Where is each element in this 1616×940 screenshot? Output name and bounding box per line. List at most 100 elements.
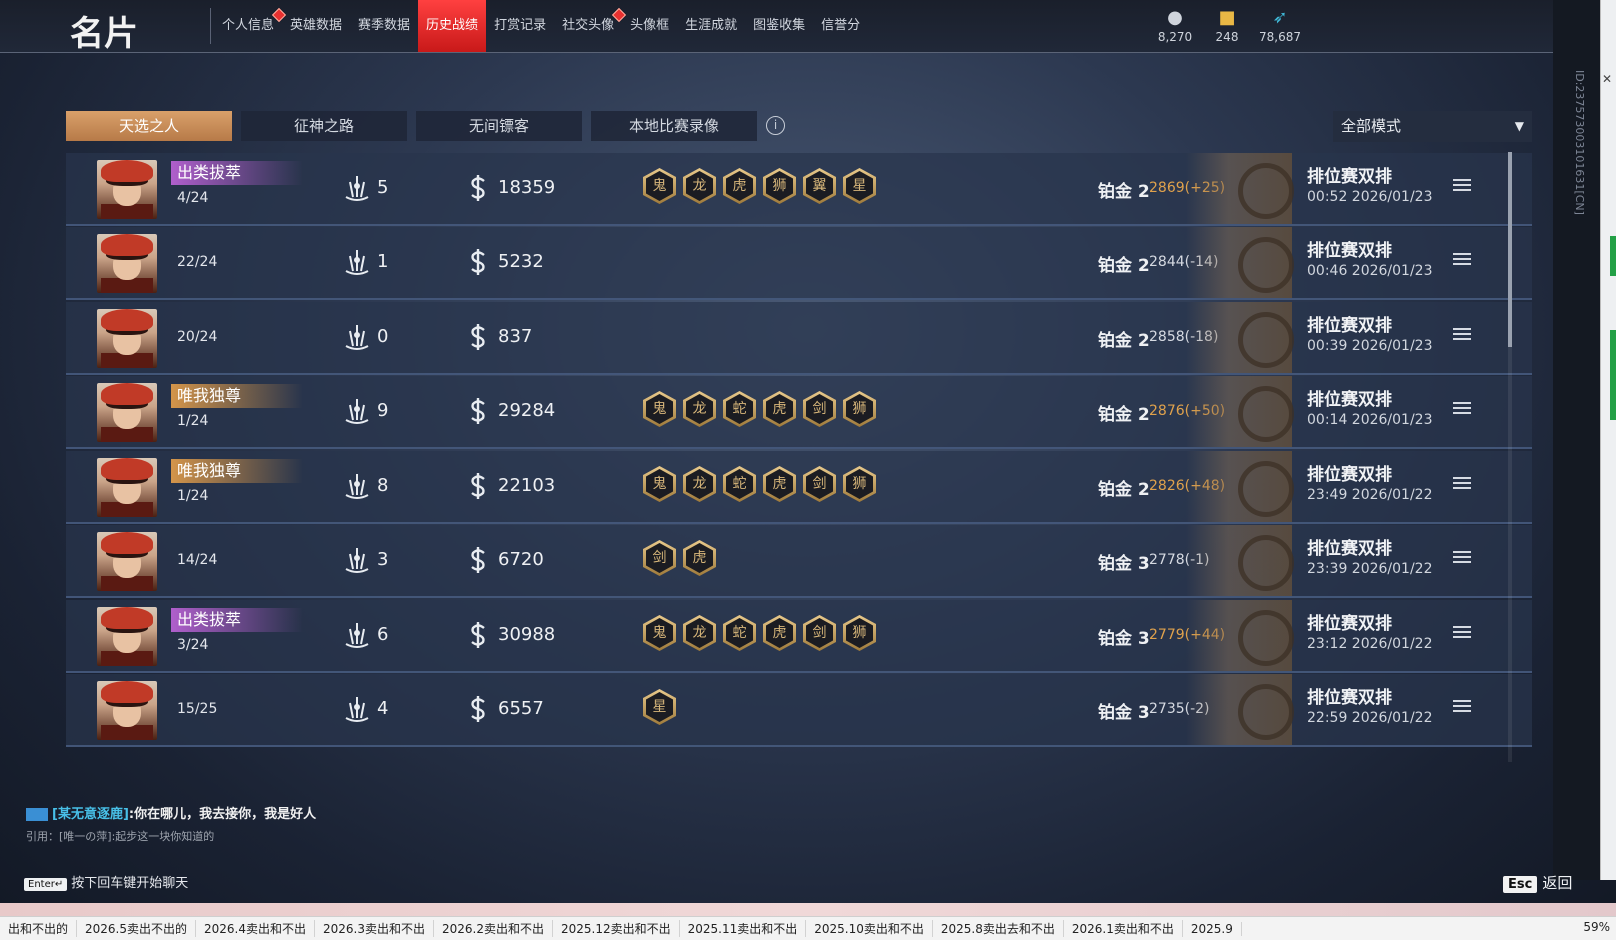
rank-tier: 铂金 2 — [1098, 331, 1150, 351]
achievement-badge-icon[interactable]: 龙 — [683, 391, 716, 427]
sheet-tab[interactable]: 2025.10卖出和不出 — [806, 920, 933, 937]
achievement-badge-icon[interactable]: 虎 — [763, 391, 796, 427]
sheet-tab[interactable]: 2025.12卖出和不出 — [553, 920, 680, 937]
achievement-badge-icon[interactable]: 龙 — [683, 466, 716, 502]
placement: 20/24 — [177, 329, 218, 345]
match-mode: 排位赛双排 — [1307, 614, 1392, 634]
achievement-badge-icon[interactable]: 剑 — [803, 615, 836, 651]
nav-tab[interactable]: 赛季数据 — [350, 0, 418, 52]
details-menu-icon[interactable] — [1453, 477, 1471, 491]
details-menu-icon[interactable] — [1453, 700, 1471, 714]
ornament-decoration — [1186, 302, 1294, 373]
sheet-tab[interactable]: 2025.8卖出去和不出 — [933, 920, 1064, 937]
details-menu-icon[interactable] — [1453, 551, 1471, 565]
esc-key: Esc — [1503, 876, 1538, 893]
achievement-badge-icon[interactable]: 蛇 — [723, 615, 756, 651]
achievement-badge-icon[interactable]: 蛇 — [723, 391, 756, 427]
tab-tianxuan[interactable]: 天选之人 — [66, 111, 232, 141]
nav-tab[interactable]: 生涯成就 — [677, 0, 745, 52]
kill-icon — [345, 176, 369, 201]
match-row[interactable]: 唯我独尊1/24822103鬼龙蛇虎剑狮铂金 22826(+48)排位赛双排23… — [66, 451, 1532, 524]
chat-sender[interactable]: [某无意逐鹿] — [52, 807, 129, 822]
badge-list: 鬼龙蛇虎剑狮 — [643, 615, 876, 651]
nav-tab-label: 历史战绩 — [426, 18, 479, 33]
achievement-badge-icon[interactable]: 鬼 — [643, 168, 676, 204]
achievement-badge-icon[interactable]: 虎 — [763, 615, 796, 651]
scrollbar-thumb[interactable] — [1508, 152, 1512, 347]
match-time: 00:14 2026/01/23 — [1307, 412, 1433, 428]
match-row[interactable]: 出类拔萃4/24518359鬼龙虎狮翼星铂金 22869(+25)排位赛双排00… — [66, 153, 1532, 226]
achievement-badge-icon[interactable]: 龙 — [683, 615, 716, 651]
achievement-badge-icon[interactable]: 星 — [843, 168, 876, 204]
achievement-badge-icon[interactable]: 虎 — [683, 540, 716, 576]
nav-tab-label: 英雄数据 — [290, 18, 343, 33]
achievement-badge-icon[interactable]: 剑 — [643, 540, 676, 576]
back-button[interactable]: Esc 返回 — [1503, 872, 1572, 893]
details-menu-icon[interactable] — [1453, 179, 1471, 193]
sheet-tab[interactable]: 出和不出的 — [0, 920, 78, 937]
nav-tab-label: 生涯成就 — [685, 18, 738, 33]
match-row[interactable]: 14/24 3 6720 剑虎铂金 3 2778(-1) 排位赛双排 23:39 2026/… — [66, 525, 1532, 598]
achievement-badge-icon[interactable]: 鬼 — [643, 466, 676, 502]
achievement-badge-icon[interactable]: 虎 — [723, 168, 756, 204]
achievement-badge-icon[interactable]: 蛇 — [723, 466, 756, 502]
close-icon[interactable]: ✕ — [1602, 72, 1612, 86]
nav-tab[interactable]: 英雄数据 — [282, 0, 350, 52]
sheet-tab[interactable]: 2026.4卖出和不出 — [196, 920, 316, 937]
placement: 15/25 — [177, 701, 218, 717]
sheet-tab[interactable]: 2026.1卖出和不出 — [1064, 920, 1183, 937]
info-icon[interactable]: i — [766, 116, 785, 135]
details-menu-icon[interactable] — [1453, 328, 1471, 342]
sheet-tab[interactable]: 2026.5卖出不出的 — [77, 920, 197, 937]
nav-tab[interactable]: 打赏记录 — [486, 0, 554, 52]
sheet-tab[interactable]: 2026.2卖出和不出 — [434, 920, 554, 937]
achievement-badge-icon[interactable]: 剑 — [803, 466, 836, 502]
nav-tab[interactable]: 社交头像 — [554, 0, 627, 52]
tab-local-replay[interactable]: 本地比赛录像 — [591, 111, 757, 141]
hero-avatar — [97, 681, 157, 740]
match-mode: 排位赛双排 — [1307, 390, 1392, 410]
nav-tab[interactable]: 信誉分 — [813, 0, 868, 52]
achievement-badge-icon[interactable]: 狮 — [763, 168, 796, 204]
tab-wujian[interactable]: 无间镖客 — [416, 111, 582, 141]
nav-tab[interactable]: 头像框 — [622, 0, 677, 52]
ornament-decoration — [1186, 674, 1294, 745]
gold-icon — [471, 249, 485, 275]
match-row[interactable]: 15/25 4 6557 星铂金 3 2735(-2) 排位赛双排 22:59 2026/0… — [66, 674, 1532, 747]
details-menu-icon[interactable] — [1453, 253, 1471, 267]
nav-tab[interactable]: 个人信息 — [214, 0, 287, 52]
top-bar: 名片 个人信息 英雄数据 赛季数据 历史战绩 打赏记录 社交头像 头像框 生涯成就 图鉴收集 信誉… — [0, 0, 1600, 54]
window-strip — [0, 903, 1616, 916]
nav-tab[interactable]: 图鉴收集 — [745, 0, 813, 52]
gold-amount: 5232 — [498, 251, 544, 272]
achievement-badge-icon[interactable]: 龙 — [683, 168, 716, 204]
match-row[interactable]: 20/24 0 837 铂金 2 2858(-18) 排位赛双排 00:39 2026/01… — [66, 302, 1532, 375]
sheet-tab[interactable]: 2025.9 — [1183, 921, 1242, 936]
achievement-badge-icon[interactable]: 鬼 — [643, 391, 676, 427]
achievement-badge-icon[interactable]: 星 — [643, 689, 676, 725]
player-id: ID:237573003101631[CN] — [1573, 70, 1586, 215]
match-title-tag: 唯我独尊 — [171, 384, 303, 408]
match-row[interactable]: 出类拔萃3/24630988鬼龙蛇虎剑狮铂金 32779(+44)排位赛双排23… — [66, 600, 1532, 673]
kill-count: 5 — [377, 177, 389, 198]
mode-select[interactable]: 全部模式 ▼ — [1333, 111, 1532, 142]
badge-glyph: 鬼 — [646, 618, 673, 648]
match-row[interactable]: 唯我独尊1/24929284鬼龙蛇虎剑狮铂金 22876(+50)排位赛双排00… — [66, 376, 1532, 449]
match-row[interactable]: 22/24 1 5232 铂金 2 2844(-14) 排位赛双排 00:46 2026/0… — [66, 227, 1532, 300]
details-menu-icon[interactable] — [1453, 402, 1471, 416]
nav-tab[interactable]: 历史战绩 — [418, 0, 487, 52]
tab-zhengshen[interactable]: 征神之路 — [241, 111, 407, 141]
details-menu-icon[interactable] — [1453, 626, 1471, 640]
achievement-badge-icon[interactable]: 狮 — [843, 615, 876, 651]
hero-avatar — [97, 234, 157, 293]
achievement-badge-icon[interactable]: 狮 — [843, 466, 876, 502]
achievement-badge-icon[interactable]: 鬼 — [643, 615, 676, 651]
achievement-badge-icon[interactable]: 虎 — [763, 466, 796, 502]
achievement-badge-icon[interactable]: 狮 — [843, 391, 876, 427]
badge-glyph: 鬼 — [646, 171, 673, 201]
achievement-badge-icon[interactable]: 剑 — [803, 391, 836, 427]
mode-select-value: 全部模式 — [1341, 117, 1402, 135]
sheet-tab[interactable]: 2025.11卖出和不出 — [680, 920, 807, 937]
sheet-tab[interactable]: 2026.3卖出和不出 — [315, 920, 435, 937]
achievement-badge-icon[interactable]: 翼 — [803, 168, 836, 204]
